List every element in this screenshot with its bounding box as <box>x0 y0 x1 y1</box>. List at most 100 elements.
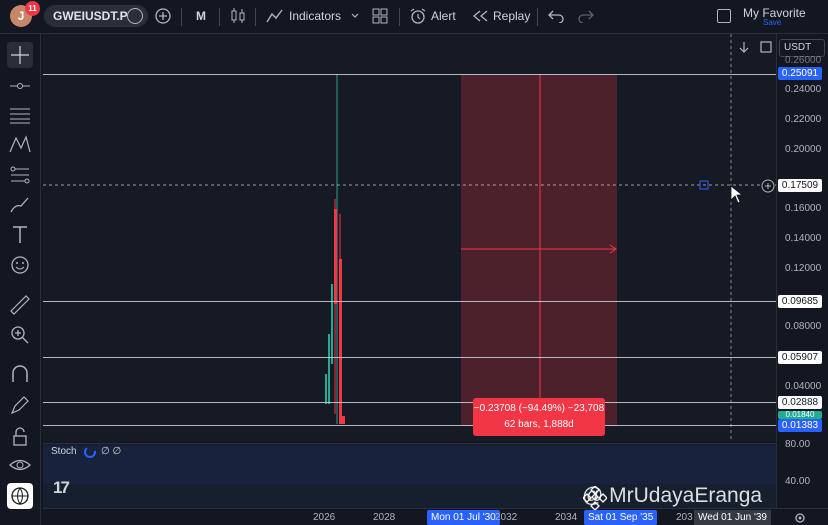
replay-icon[interactable] <box>472 9 488 23</box>
fib-icon <box>10 166 30 184</box>
stoch-title: Stoch <box>51 446 77 457</box>
crosshair-tool[interactable] <box>7 42 33 68</box>
crosshair-time-label: Wed 01 Jun '39 <box>694 510 771 525</box>
range-start-label: Mon 01 Jul '30 <box>427 510 500 525</box>
price-label-line5: 0.02888 <box>778 396 822 409</box>
price-label-green: 0.01840 <box>778 411 822 419</box>
price-tick: 0.22000 <box>785 114 822 125</box>
time-tick: 2032 <box>495 512 518 523</box>
add-alert-plus-icon[interactable] <box>760 178 776 194</box>
loading-icon <box>84 446 96 458</box>
price-tick: 0.04000 <box>785 381 822 392</box>
fib-tool[interactable] <box>7 162 33 188</box>
indicators-icon[interactable] <box>266 8 284 24</box>
undo-icon[interactable] <box>548 9 564 23</box>
globe-tool[interactable] <box>7 483 33 509</box>
symbol-search-button[interactable]: GWEIUSDT.P <box>44 5 148 27</box>
measure-info-label: −0.23708 (−94.49%) −23,708 62 bars, 1,88… <box>473 398 605 436</box>
time-tick: 2028 <box>373 512 396 523</box>
zoom-tool[interactable] <box>7 322 33 348</box>
redo-icon[interactable] <box>578 9 594 23</box>
settings-gear-icon[interactable] <box>793 511 807 525</box>
trend-line-icon <box>10 83 30 89</box>
stoch-band <box>43 446 776 484</box>
price-tick: 0.14000 <box>785 233 822 244</box>
magnet-tool[interactable] <box>7 362 33 388</box>
scroll-down-icon[interactable] <box>737 40 751 54</box>
lines-icon <box>10 108 30 124</box>
lock-tool[interactable] <box>7 424 33 450</box>
candle-down <box>334 209 337 304</box>
emoji-tool[interactable] <box>7 252 33 278</box>
globe-icon <box>11 487 29 505</box>
pattern-icon <box>9 135 31 153</box>
horizontal-line-4[interactable] <box>43 357 776 358</box>
tradingview-logo: 17 <box>53 478 70 497</box>
smiley-icon <box>11 256 29 274</box>
lock-drawings-tool[interactable] <box>7 392 33 418</box>
trend-line-tool[interactable] <box>7 73 33 99</box>
horizontal-lines-tool[interactable] <box>7 102 33 128</box>
auto-scale-icon[interactable] <box>759 40 773 54</box>
stoch-tick: 40.00 <box>785 476 811 487</box>
time-axis[interactable]: 2026 2028 Mon 01 Jul '30 2032 2034 Sat 0… <box>43 508 828 525</box>
favorites-checkbox[interactable] <box>717 9 731 23</box>
range-end-label: Sat 01 Sep '35 <box>584 510 658 525</box>
toolbar-divider <box>255 8 256 26</box>
measure-price-change: −0.23708 (−94.49%) −23,708 <box>473 403 605 414</box>
price-label-line4: 0.05907 <box>778 351 822 364</box>
text-icon <box>13 226 27 243</box>
crosshair-icon <box>11 46 29 64</box>
candle-up <box>325 374 327 404</box>
cursor-icon <box>730 185 744 204</box>
top-toolbar: J 11 GWEIUSDT.P M Indicators Alert Repla… <box>0 0 828 34</box>
candle-down <box>342 416 345 424</box>
toolbar-divider <box>219 8 220 26</box>
crosshair-price-label: 0.17509 <box>778 179 822 192</box>
horizontal-line-3[interactable] <box>43 301 776 302</box>
stoch-values: ∅ ∅ <box>101 446 122 457</box>
lock-icon <box>13 427 27 446</box>
candle-type-icon[interactable] <box>230 7 246 25</box>
price-tick: 0.24000 <box>785 84 822 95</box>
time-tick: 2026 <box>313 512 336 523</box>
drawing-toolbar <box>0 34 41 525</box>
price-tick: 0.26000 <box>785 55 822 66</box>
alert-clock-icon[interactable] <box>409 7 426 25</box>
symbol-name: GWEIUSDT.P <box>53 9 128 23</box>
pencil-lock-icon <box>10 396 29 415</box>
layout-grid-icon[interactable] <box>372 8 388 24</box>
stoch-axis[interactable]: 80.00 40.00 <box>776 439 828 508</box>
candle-up <box>331 284 333 364</box>
notification-badge: 11 <box>25 1 40 16</box>
horizontal-line-6[interactable] <box>43 425 776 426</box>
ruler-tool[interactable] <box>7 292 33 318</box>
interval-button[interactable]: M <box>196 6 206 26</box>
measure-duration: 62 bars, 1,888d <box>504 419 574 430</box>
replay-button[interactable]: Replay <box>493 6 530 26</box>
zoom-icon <box>11 326 29 344</box>
text-tool[interactable] <box>7 222 33 248</box>
brush-tool[interactable] <box>7 192 33 218</box>
indicators-button[interactable]: Indicators <box>289 6 341 26</box>
symbol-details-icon[interactable] <box>127 8 143 24</box>
price-tick: 0.16000 <box>785 203 822 214</box>
price-tick: 0.12000 <box>785 263 822 274</box>
chart-drawings <box>43 34 776 442</box>
ruler-icon <box>10 295 30 315</box>
horizontal-line-5[interactable] <box>43 402 776 403</box>
horizontal-line-1[interactable] <box>43 74 776 75</box>
chevron-down-icon[interactable] <box>351 13 359 19</box>
pattern-tool[interactable] <box>7 132 33 158</box>
brush-icon <box>10 197 29 213</box>
candle-up <box>328 334 330 404</box>
toolbar-divider <box>537 8 538 26</box>
visibility-tool[interactable] <box>7 452 33 478</box>
favorites-save-link[interactable]: Save <box>763 18 781 27</box>
price-axis[interactable]: USDT 0.26000 0.24000 0.22000 0.20000 0.1… <box>739 34 828 442</box>
toolbar-divider <box>399 8 400 26</box>
add-compare-icon[interactable] <box>155 8 171 24</box>
stoch-tick: 80.00 <box>785 439 811 450</box>
price-tick: 0.08000 <box>785 321 822 332</box>
alert-button[interactable]: Alert <box>431 6 456 26</box>
